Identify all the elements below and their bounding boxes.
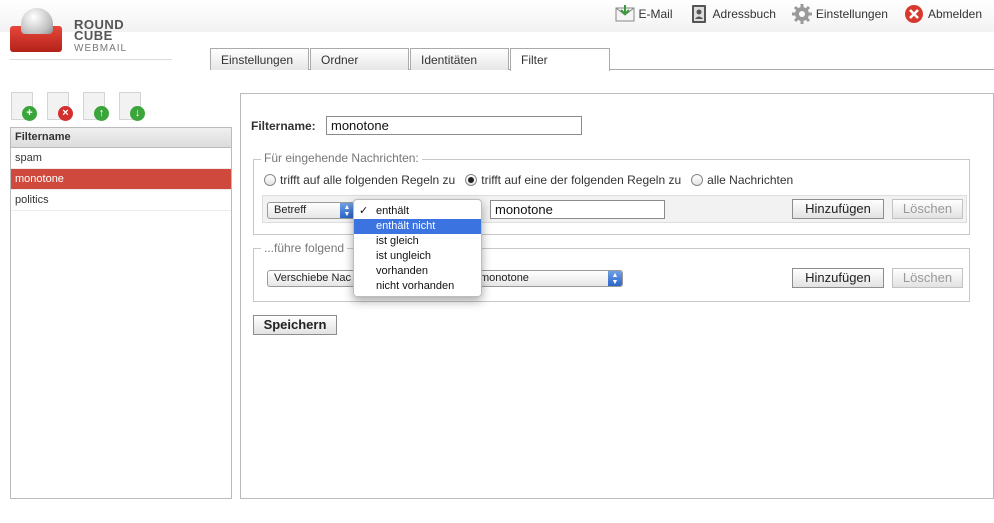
addressbook-icon (689, 4, 709, 24)
dropdown-item-label: enthält (376, 205, 410, 217)
save-button[interactable]: Speichern (253, 315, 337, 335)
dropdown-item-not-equals[interactable]: ist ungleich (354, 249, 481, 264)
checkmark-icon: ✓ (359, 205, 369, 217)
tab-filter[interactable]: Filter (510, 48, 610, 71)
radio-match-any[interactable]: trifft auf eine der folgenden Regeln zu (465, 173, 681, 187)
tab-identitaeten[interactable]: Identitäten (410, 48, 509, 70)
nav-settings-label: Einstellungen (815, 7, 888, 21)
actions-legend: ...führe folgend (261, 241, 348, 255)
logo-subtitle: WEBMAIL (74, 43, 128, 54)
match-options: trifft auf alle folgenden Regeln zu trif… (264, 173, 793, 187)
logo-text: ROUND CUBE (74, 18, 124, 42)
rule-add-button[interactable]: Hinzufügen (792, 199, 884, 219)
radio-match-any-label: trifft auf eine der folgenden Regeln zu (481, 173, 682, 187)
incoming-legend: Für eingehende Nachrichten: (261, 151, 422, 165)
nav-email[interactable]: E-Mail (615, 4, 673, 24)
nav-addressbook-label: Adressbuch (712, 7, 776, 21)
logo-divider (10, 59, 172, 60)
radio-circle (264, 174, 276, 186)
dropdown-item-contains[interactable]: ✓ enthält (354, 204, 481, 219)
target-folder-value: monotone (480, 272, 529, 284)
tab-einstellungen[interactable]: Einstellungen (210, 48, 309, 70)
dropdown-item-label: nicht vorhanden (376, 280, 455, 292)
filter-toolbar: + × ↑ ↓ (11, 92, 147, 122)
dropdown-item-label: ist ungleich (376, 250, 432, 262)
radio-all-messages[interactable]: alle Nachrichten (691, 173, 793, 187)
logout-icon (904, 4, 924, 24)
dropdown-item-equals[interactable]: ist gleich (354, 234, 481, 249)
nav-email-label: E-Mail (638, 7, 673, 21)
header-select[interactable]: Betreff ▲ ▼ (267, 202, 355, 219)
dropdown-item-label: ist gleich (376, 235, 419, 247)
rule-value-input[interactable] (490, 200, 665, 219)
delete-filter-icon: × (58, 106, 73, 121)
nav-logout[interactable]: Abmelden (904, 4, 982, 24)
header-select-value: Betreff (274, 204, 307, 216)
filtername-input[interactable] (326, 116, 582, 135)
add-filter-icon: + (22, 106, 37, 121)
add-filter-button[interactable]: + (11, 92, 39, 122)
top-navigation: E-Mail Adressbuch Einstellungen Abmelden (615, 4, 982, 24)
filter-item-spam[interactable]: spam (11, 148, 231, 169)
action-select-value: Verschiebe Nac (274, 272, 352, 284)
operator-dropdown: ✓ enthält enthält nicht ist gleich ist u… (353, 199, 482, 297)
radio-match-all[interactable]: trifft auf alle folgenden Regeln zu (264, 173, 455, 187)
nav-addressbook[interactable]: Adressbuch (689, 4, 776, 24)
filtername-label: Filtername: (251, 119, 316, 133)
move-down-icon: ↓ (130, 106, 145, 121)
move-up-icon: ↑ (94, 106, 109, 121)
radio-match-all-label: trifft auf alle folgenden Regeln zu (280, 173, 456, 187)
tab-ordner[interactable]: Ordner (310, 48, 409, 70)
dropdown-item-label: enthält nicht (376, 220, 436, 232)
filter-list-header: Filtername (11, 128, 231, 148)
select-arrows-icon: ▲ ▼ (608, 271, 622, 286)
rule-delete-button[interactable]: Löschen (892, 199, 963, 219)
gear-icon (791, 4, 812, 24)
move-filter-down-button[interactable]: ↓ (119, 92, 147, 122)
dropdown-item-label: vorhanden (376, 265, 428, 277)
dropdown-item-not-exists[interactable]: nicht vorhanden (354, 279, 481, 294)
settings-tabs: Einstellungen Ordner Identitäten Filter (210, 48, 611, 71)
action-delete-button[interactable]: Löschen (892, 268, 963, 288)
logo-dome-icon (21, 8, 53, 34)
action-add-button[interactable]: Hinzufügen (792, 268, 884, 288)
filter-item-politics[interactable]: politics (11, 190, 231, 211)
filter-item-monotone[interactable]: monotone (11, 169, 231, 190)
nav-logout-label: Abmelden (927, 7, 982, 21)
filter-list: Filtername spam monotone politics (10, 127, 232, 499)
dropdown-item-not-contains[interactable]: enthält nicht (354, 219, 481, 234)
radio-all-messages-label: alle Nachrichten (707, 173, 794, 187)
nav-settings[interactable]: Einstellungen (791, 4, 888, 24)
radio-circle-selected (465, 174, 478, 186)
select-arrows-icon: ▲ ▼ (340, 203, 354, 218)
dropdown-item-exists[interactable]: vorhanden (354, 264, 481, 279)
delete-filter-button[interactable]: × (47, 92, 75, 122)
roundcube-logo (10, 8, 70, 52)
mail-icon (615, 4, 635, 24)
radio-circle (691, 174, 704, 186)
move-filter-up-button[interactable]: ↑ (83, 92, 111, 122)
